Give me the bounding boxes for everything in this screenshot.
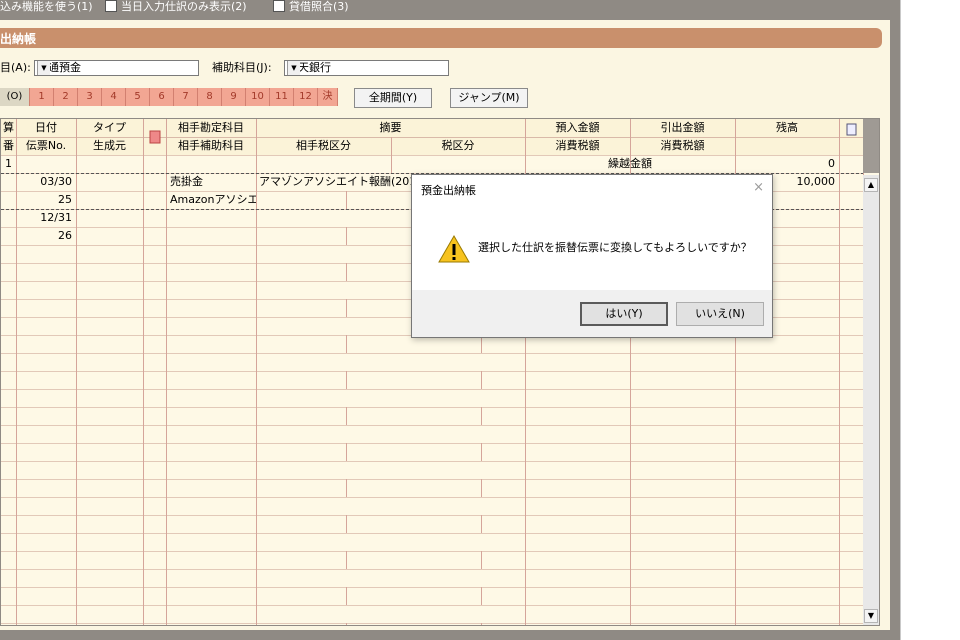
memo-icon[interactable] xyxy=(846,123,857,136)
checkbox-today-only[interactable] xyxy=(105,0,117,12)
column-header: 消費税額 xyxy=(555,139,600,152)
row-date[interactable]: 12/31 xyxy=(16,209,72,227)
jump-button[interactable]: ジャンプ(M) xyxy=(450,88,528,108)
dialog-message: 選択した仕訳を振替伝票に変換してもよろしいですか？ xyxy=(478,241,752,254)
option-today-only[interactable]: 当日入力仕訳のみ表示(2) xyxy=(105,0,247,16)
column-header: 相手税区分 xyxy=(296,139,351,152)
column-header: 伝票No. xyxy=(25,139,67,152)
row-voucher-no[interactable]: 25 xyxy=(16,191,72,209)
page-title: 出納帳 xyxy=(0,32,37,46)
chevron-down-icon[interactable]: ▼ xyxy=(37,61,50,75)
period-tab[interactable]: 決 xyxy=(318,88,338,106)
column-header: 摘要 xyxy=(379,121,402,134)
top-options: 込み機能を使う(1) 当日入力仕訳のみ表示(2) 貸借照合(3) xyxy=(0,0,900,16)
warning-icon xyxy=(438,235,470,263)
yes-button[interactable]: はい(Y) xyxy=(580,302,668,326)
row-date[interactable]: 03/30 xyxy=(16,173,72,191)
column-header: 引出金額 xyxy=(660,121,705,134)
column-header: 税区分 xyxy=(441,139,475,152)
column-header: 相手補助科目 xyxy=(178,139,244,152)
column-header: 生成元 xyxy=(93,139,126,152)
option-filter[interactable]: 込み機能を使う(1) xyxy=(0,0,93,16)
period-tab[interactable]: 9 xyxy=(222,88,246,106)
period-tab[interactable]: 5 xyxy=(126,88,150,106)
row-voucher-no[interactable]: 26 xyxy=(16,227,72,245)
column-header: 預入金額 xyxy=(555,121,600,134)
period-tab[interactable]: 6 xyxy=(150,88,174,106)
header-corner xyxy=(863,119,879,173)
no-button[interactable]: いいえ(N) xyxy=(676,302,764,326)
column-header: 消費税額 xyxy=(660,139,705,152)
checkbox-balance-check[interactable] xyxy=(273,0,285,12)
period-tab[interactable]: 8 xyxy=(198,88,222,106)
column-header: 日付 xyxy=(35,121,57,134)
period-tab[interactable]: 3 xyxy=(78,88,102,106)
period-tab[interactable]: 2 xyxy=(54,88,78,106)
confirm-dialog: 預金出納帳 × 選択した仕訳を振替伝票に変換してもよろしいですか？ はい(Y) … xyxy=(411,174,773,338)
column-header: タイプ xyxy=(93,121,126,134)
account-select[interactable]: 普通預金 ▼ xyxy=(34,60,199,76)
dialog-footer: はい(Y) いいえ(N) xyxy=(412,290,772,337)
vertical-scrollbar[interactable]: ▲ ▼ xyxy=(863,175,879,625)
period-tab[interactable]: 7 xyxy=(174,88,198,106)
column-header: 残高 xyxy=(776,121,798,134)
full-period-button[interactable]: 全期間(Y) xyxy=(354,88,432,108)
close-icon[interactable]: × xyxy=(753,180,764,195)
window-edge xyxy=(900,0,901,640)
period-tab[interactable]: 1 xyxy=(30,88,54,106)
sub-account-label: 補助科目(J): xyxy=(212,61,272,74)
dialog-title: 預金出納帳 xyxy=(421,184,476,197)
period-tab[interactable]: 4 xyxy=(102,88,126,106)
title-bar: 出納帳 xyxy=(0,28,882,48)
row-account[interactable]: 売掛金 xyxy=(170,173,256,191)
carryover-label: 繰越金額 xyxy=(608,157,652,170)
option-balance-check[interactable]: 貸借照合(3) xyxy=(273,0,349,16)
scroll-up-icon[interactable]: ▲ xyxy=(864,178,878,192)
carryover-amount: 0 xyxy=(828,157,835,170)
period-tab[interactable]: 12 xyxy=(294,88,318,106)
option-balance-check-label: 貸借照合(3) xyxy=(289,0,349,13)
option-today-only-label: 当日入力仕訳のみ表示(2) xyxy=(121,0,247,13)
sub-account-select[interactable]: 楽天銀行 ▼ xyxy=(284,60,449,76)
column-header: 番1 xyxy=(3,139,14,170)
period-tab[interactable]: 11 xyxy=(270,88,294,106)
column-header: 算 xyxy=(3,121,14,134)
column-header: 相手勘定科目 xyxy=(178,121,244,134)
period-tab[interactable]: 10 xyxy=(246,88,270,106)
book-icon[interactable] xyxy=(149,130,161,144)
chevron-down-icon[interactable]: ▼ xyxy=(287,61,300,75)
account-label: 目(A): xyxy=(0,61,31,74)
scroll-down-icon[interactable]: ▼ xyxy=(864,609,878,623)
row-sub-account[interactable]: Amazonアソシエイ xyxy=(170,191,256,209)
period-tab[interactable]: (O) xyxy=(0,88,30,106)
